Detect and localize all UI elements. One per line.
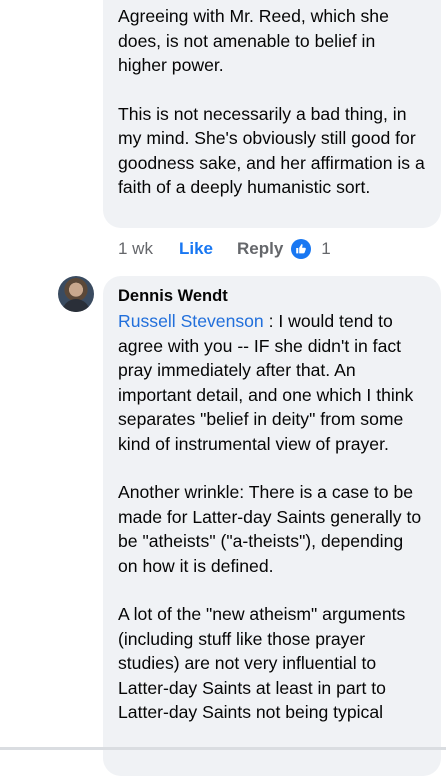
mention-link[interactable]: Russell Stevenson	[118, 311, 264, 331]
user-avatar[interactable]	[58, 276, 94, 312]
reply-text: A lot of the "new atheism" arguments (in…	[118, 604, 406, 722]
comment-text: This is not necessarily a bad thing, in …	[118, 103, 425, 198]
reply-button[interactable]: Reply	[237, 239, 283, 259]
comment-author[interactable]: Dennis Wendt	[118, 286, 427, 306]
reply-text-body: : I would tend to agree with you -- IF s…	[118, 311, 414, 454]
comment-text: Agreeing with Mr. Reed, which she does, …	[118, 6, 389, 75]
reaction-count[interactable]: 1	[321, 239, 330, 259]
comment-bubble: Agreeing with Mr. Reed, which she does, …	[103, 0, 441, 228]
reply-text: Another wrinkle: There is a case to be m…	[118, 482, 422, 576]
reply-bubble: Dennis Wendt Russell Stevenson : I would…	[103, 276, 441, 776]
like-thumb-icon[interactable]	[291, 239, 312, 259]
comment-actions: 1 wk Like Reply 1	[118, 236, 331, 262]
reply-text: Russell Stevenson : I would tend to agre…	[118, 309, 427, 456]
like-button[interactable]: Like	[179, 239, 213, 259]
avatar-shirt	[62, 299, 90, 312]
comment-timestamp[interactable]: 1 wk	[118, 239, 153, 259]
